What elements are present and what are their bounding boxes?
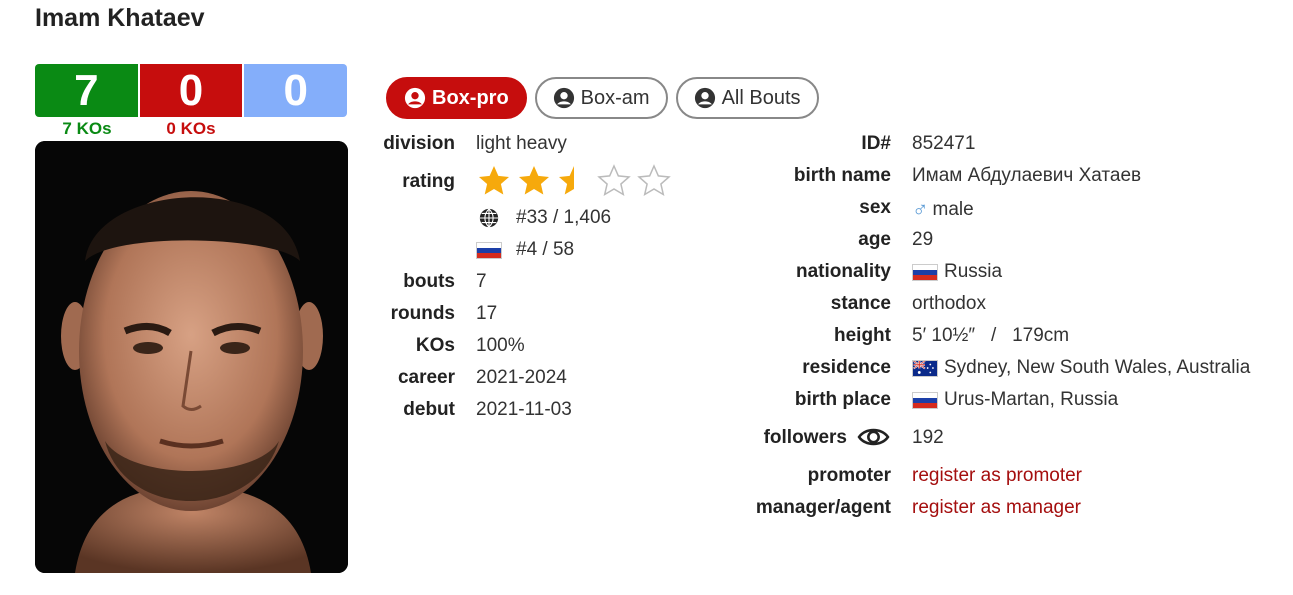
rounds-label: rounds <box>390 303 455 324</box>
division-value: light heavy <box>476 133 567 154</box>
country-rank[interactable]: #4 / 58 <box>476 239 574 261</box>
rounds-value: 17 <box>476 303 498 324</box>
russia-flag-icon <box>912 263 938 281</box>
id-label: ID# <box>861 133 891 154</box>
australia-flag-icon <box>912 359 938 377</box>
loss-kos: 0 KOs <box>166 119 216 138</box>
followers-label: followers <box>763 427 847 448</box>
country-rank-value: #4 / 58 <box>516 239 575 260</box>
star-full-icon <box>479 166 509 195</box>
id-value: 852471 <box>912 133 976 154</box>
tab-all-bouts[interactable]: All Bouts <box>675 77 819 119</box>
record-summary: 7 0 0 <box>35 64 347 117</box>
tab-box-pro-label: Box-pro <box>432 86 509 109</box>
globe-icon <box>479 208 499 228</box>
age-value: 29 <box>912 229 934 250</box>
bouts-value: 7 <box>476 271 487 292</box>
division-label: division <box>383 133 455 154</box>
wins-count: 7 <box>35 64 138 117</box>
birth-place-value[interactable]: Urus-Martan, Russia <box>912 389 1118 411</box>
sex-text: male <box>932 199 974 220</box>
followers-value: 192 <box>912 427 944 448</box>
residence-label: residence <box>802 357 891 378</box>
register-promoter-link[interactable]: register as promoter <box>912 465 1082 487</box>
nationality-label: nationality <box>795 261 891 282</box>
star-full-icon <box>519 166 549 195</box>
birth-place-label: birth place <box>794 389 891 410</box>
register-manager-link[interactable]: register as manager <box>912 497 1081 519</box>
user-circle-icon <box>694 87 715 109</box>
win-kos: 7 KOs <box>62 119 112 138</box>
birth-place-text: Urus-Martan, Russia <box>944 389 1119 410</box>
tab-box-am[interactable]: Box-am <box>534 77 668 119</box>
sex-value: ♂ male <box>912 197 974 223</box>
career-value: 2021-2024 <box>476 367 567 388</box>
birth-name-label: birth name <box>793 165 891 186</box>
tab-box-am-label: Box-am <box>580 86 650 109</box>
user-circle-icon <box>404 87 426 109</box>
eye-icon[interactable] <box>857 424 890 450</box>
boxer-photo <box>35 141 348 573</box>
male-symbol-icon: ♂ <box>912 197 929 222</box>
debut-value: 2021-11-03 <box>476 399 572 420</box>
stance-value: orthodox <box>912 293 986 314</box>
residence-text: Sydney, New South Wales, Australia <box>944 357 1251 378</box>
residence-value[interactable]: Sydney, New South Wales, Australia <box>912 357 1250 379</box>
birth-name-value: Имам Абдулаевич Хатаев <box>912 165 1142 186</box>
nationality-text: Russia <box>944 261 1003 282</box>
kos-value: 100% <box>476 335 525 356</box>
rating-stars <box>476 163 672 199</box>
kos-label: KOs <box>415 335 455 356</box>
rating-label: rating <box>402 171 455 192</box>
world-rank-value: #33 / 1,406 <box>516 207 612 228</box>
star-empty-icon <box>597 164 631 197</box>
russia-flag-icon <box>476 241 502 259</box>
russia-flag-icon <box>912 391 938 409</box>
stance-label: stance <box>830 293 891 314</box>
tab-all-bouts-label: All Bouts <box>721 86 801 109</box>
draws-count: 0 <box>242 64 347 117</box>
career-label: career <box>397 367 455 388</box>
age-label: age <box>858 229 891 250</box>
ko-summary: 7 KOs 0 KOs <box>35 119 347 139</box>
height-value: 5′ 10½″ / 179cm <box>912 325 1070 346</box>
tab-box-pro[interactable]: Box-pro <box>386 77 527 119</box>
world-rank[interactable]: #33 / 1,406 <box>478 207 611 229</box>
promoter-label: promoter <box>807 465 891 486</box>
manager-label: manager/agent <box>755 497 891 518</box>
boxer-name: Imam Khataev <box>35 4 205 32</box>
user-circle-icon <box>553 87 574 109</box>
debut-label: debut <box>403 399 455 420</box>
star-empty-icon <box>637 164 671 197</box>
height-label: height <box>834 325 891 346</box>
losses-count: 0 <box>137 64 243 117</box>
nationality-value[interactable]: Russia <box>912 261 1002 283</box>
sex-label: sex <box>859 197 891 218</box>
bouts-label: bouts <box>403 271 455 292</box>
star-half-icon <box>559 166 574 195</box>
stats-tabs: Box-pro Box-am All Bouts <box>386 77 819 119</box>
